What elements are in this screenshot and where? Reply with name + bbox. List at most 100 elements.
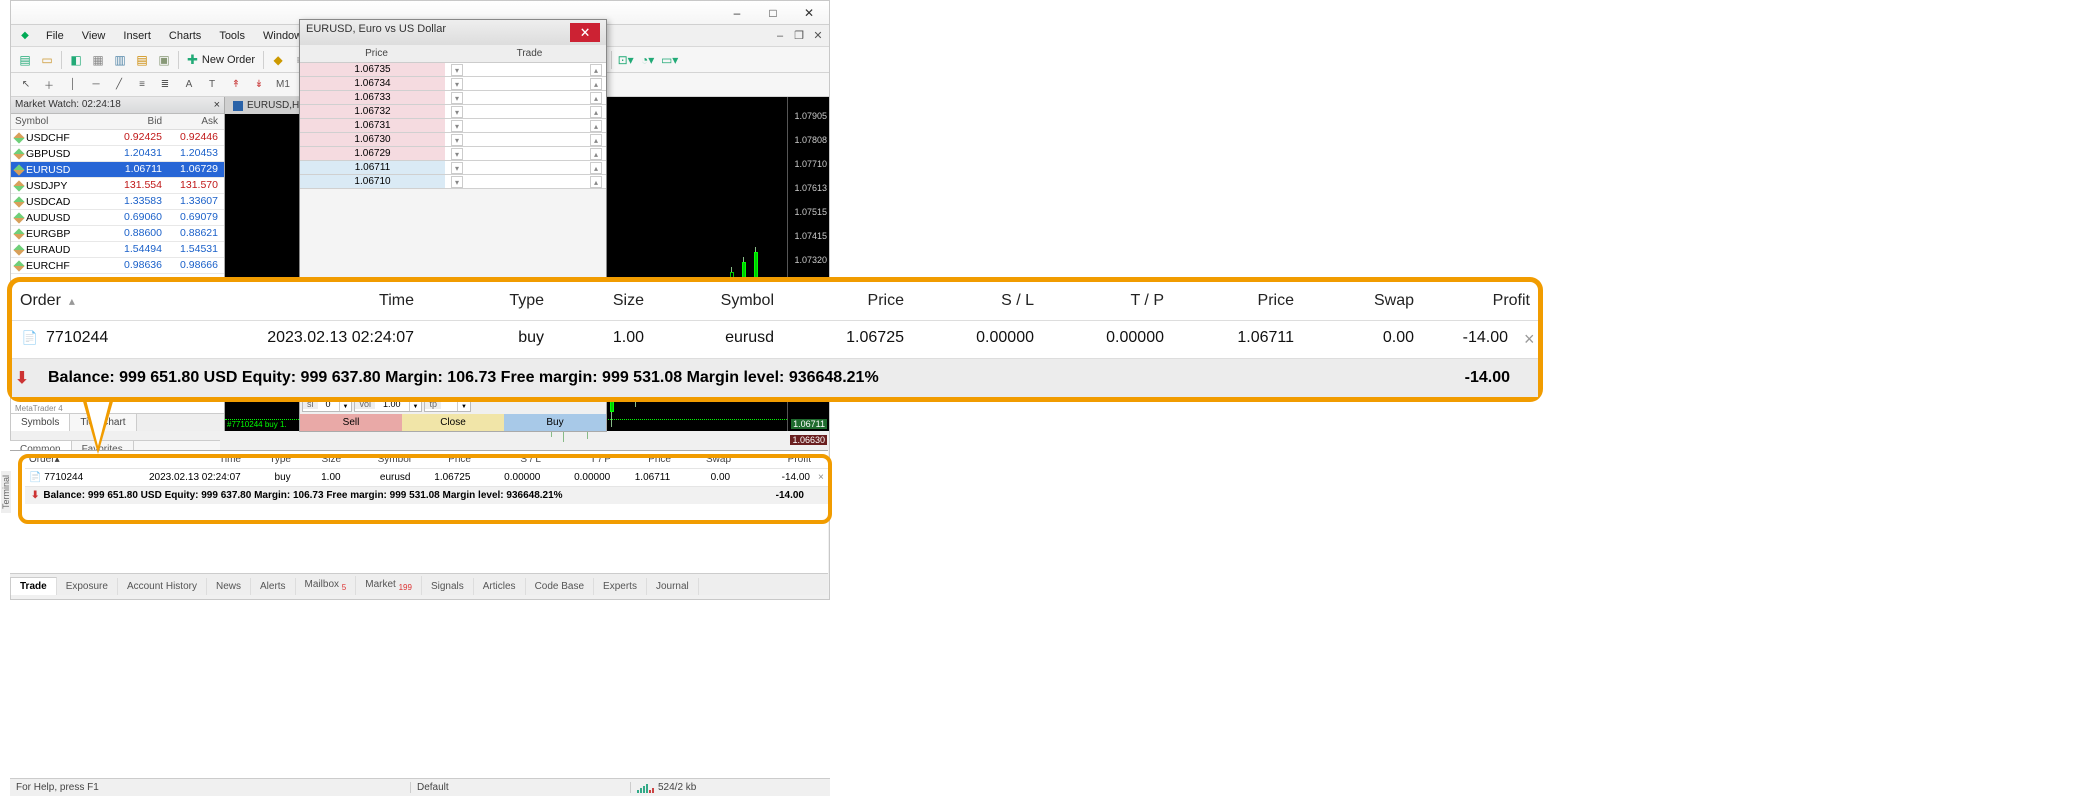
col-type[interactable]: Type [422, 282, 552, 320]
col-profit[interactable]: Profit [1422, 282, 1538, 320]
spinner-icon[interactable]: ▴ [590, 64, 602, 76]
dropdown-icon[interactable]: ▾ [451, 64, 463, 76]
market-watch-close-icon[interactable]: × [214, 99, 220, 111]
mw-row-eurusd[interactable]: EURUSD1.067111.06729 [11, 162, 224, 178]
col-time[interactable]: Time [232, 282, 422, 320]
market-watch-icon[interactable]: ◧ [66, 50, 86, 70]
scol-tp[interactable]: T / P [545, 451, 615, 468]
spinner-icon[interactable]: ▴ [590, 92, 602, 104]
trade-row[interactable]: 📄7710244 2023.02.13 02:24:07 buy 1.00 eu… [12, 321, 1538, 359]
terminal-icon[interactable]: ▤ [132, 50, 152, 70]
spinner-icon[interactable]: ▴ [590, 148, 602, 160]
scol-sl[interactable]: S / L [475, 451, 545, 468]
mw-row-eurchf[interactable]: EURCHF0.986360.98666 [11, 258, 224, 274]
periods-icon[interactable]: ◔▾ [638, 50, 658, 70]
mw-header-symbol[interactable]: Symbol [11, 114, 112, 129]
mw-row-euraud[interactable]: EURAUD1.544941.54531 [11, 242, 224, 258]
col-symbol[interactable]: Symbol [652, 282, 782, 320]
terminal-tab-exposure[interactable]: Exposure [57, 578, 118, 595]
dropdown-icon[interactable]: ▾ [451, 120, 463, 132]
crosshair-icon[interactable]: ＋ [38, 76, 60, 94]
col-tp[interactable]: T / P [1042, 282, 1172, 320]
fibonacci-icon[interactable]: ≣ [154, 76, 176, 94]
mdi-restore-icon[interactable]: ❐ [790, 28, 808, 44]
scol-profit[interactable]: Profit [735, 451, 815, 468]
terminal-tab-code-base[interactable]: Code Base [526, 578, 594, 595]
dropdown-icon[interactable]: ▾ [451, 162, 463, 174]
dropdown-icon[interactable]: ▾ [451, 92, 463, 104]
depth-row[interactable]: 1.06729▾▴ [300, 147, 606, 161]
terminal-tab-alerts[interactable]: Alerts [251, 578, 296, 595]
terminal-tab-journal[interactable]: Journal [647, 578, 699, 595]
strategy-tester-icon[interactable]: ▣ [154, 50, 174, 70]
scol-price[interactable]: Price [415, 451, 475, 468]
cursor-icon[interactable]: ↖ [15, 76, 37, 94]
text-icon[interactable]: A [178, 76, 200, 94]
scol-price2[interactable]: Price [615, 451, 675, 468]
depth-row[interactable]: 1.06735▾▴ [300, 63, 606, 77]
indicators-icon[interactable]: ⊡▾ [616, 50, 636, 70]
channel-icon[interactable]: ≡ [131, 76, 153, 94]
mw-row-eurgbp[interactable]: EURGBP0.886000.88621 [11, 226, 224, 242]
close-order-icon[interactable]: × [1516, 321, 1538, 358]
terminal-tab-news[interactable]: News [207, 578, 251, 595]
timeframe-m1[interactable]: M1 [272, 77, 294, 92]
depth-row[interactable]: 1.06710▾▴ [300, 175, 606, 189]
spinner-icon[interactable]: ▴ [590, 176, 602, 188]
mw-row-audusd[interactable]: AUDUSD0.690600.69079 [11, 210, 224, 226]
mw-row-usdjpy[interactable]: USDJPY131.554131.570 [11, 178, 224, 194]
terminal-tab-mailbox[interactable]: Mailbox 5 [296, 576, 357, 595]
dropdown-icon[interactable]: ▾ [451, 134, 463, 146]
trendline-icon[interactable]: ╱ [108, 76, 130, 94]
window-minimize-button[interactable]: – [719, 3, 755, 23]
arrow-up-icon[interactable]: ↟ [225, 76, 247, 94]
window-close-button[interactable]: ✕ [791, 3, 827, 23]
depth-row[interactable]: 1.06730▾▴ [300, 133, 606, 147]
dropdown-icon[interactable]: ▾ [451, 78, 463, 90]
strade-row[interactable]: 📄 7710244 2023.02.13 02:24:07 buy 1.00 e… [25, 469, 828, 487]
arrow-down-icon[interactable]: ↡ [248, 76, 270, 94]
spinner-icon[interactable]: ▴ [590, 120, 602, 132]
menu-view[interactable]: View [73, 28, 115, 44]
scol-type[interactable]: Type [245, 451, 295, 468]
mw-row-usdchf[interactable]: USDCHF0.924250.92446 [11, 130, 224, 146]
terminal-tab-market[interactable]: Market 199 [356, 576, 422, 595]
terminal-tab-articles[interactable]: Articles [474, 578, 526, 595]
dropdown-icon[interactable]: ▾ [451, 148, 463, 160]
new-chart-icon[interactable]: ▤ [15, 50, 35, 70]
sell-button[interactable]: Sell [300, 414, 402, 431]
scol-size[interactable]: Size [295, 451, 345, 468]
col-order[interactable]: Order▴ [12, 282, 232, 320]
templates-icon[interactable]: ▭▾ [660, 50, 680, 70]
menu-file[interactable]: File [37, 28, 73, 44]
mw-tab-symbols[interactable]: Symbols [11, 414, 70, 431]
dropdown-icon[interactable]: ▾ [451, 176, 463, 188]
depth-row[interactable]: 1.06731▾▴ [300, 119, 606, 133]
mw-header-ask[interactable]: Ask [168, 114, 224, 129]
window-maximize-button[interactable]: □ [755, 3, 791, 23]
horizontal-line-icon[interactable]: ─ [85, 76, 107, 94]
col-price[interactable]: Price [782, 282, 912, 320]
spinner-icon[interactable]: ▴ [590, 134, 602, 146]
menu-tools[interactable]: Tools [210, 28, 254, 44]
text-label-icon[interactable]: T [201, 76, 223, 94]
scol-swap[interactable]: Swap [675, 451, 735, 468]
mdi-close-icon[interactable]: ✕ [809, 28, 827, 44]
depth-row[interactable]: 1.06732▾▴ [300, 105, 606, 119]
terminal-tab-trade[interactable]: Trade [10, 577, 57, 595]
menu-charts[interactable]: Charts [160, 28, 210, 44]
mw-row-usdcad[interactable]: USDCAD1.335831.33607 [11, 194, 224, 210]
profiles-icon[interactable]: ▭ [37, 50, 57, 70]
menu-insert[interactable]: Insert [114, 28, 160, 44]
new-order-button[interactable]: ✚ New Order [183, 50, 259, 70]
terminal-tab-signals[interactable]: Signals [422, 578, 474, 595]
terminal-tab-account-history[interactable]: Account History [118, 578, 207, 595]
mw-row-gbpusd[interactable]: GBPUSD1.204311.20453 [11, 146, 224, 162]
spinner-icon[interactable]: ▴ [590, 162, 602, 174]
close-order-button[interactable]: Close [402, 414, 504, 431]
spinner-icon[interactable]: ▴ [590, 106, 602, 118]
depth-row[interactable]: 1.06734▾▴ [300, 77, 606, 91]
col-swap[interactable]: Swap [1302, 282, 1422, 320]
navigator-icon[interactable]: ▥ [110, 50, 130, 70]
depth-row[interactable]: 1.06711▾▴ [300, 161, 606, 175]
